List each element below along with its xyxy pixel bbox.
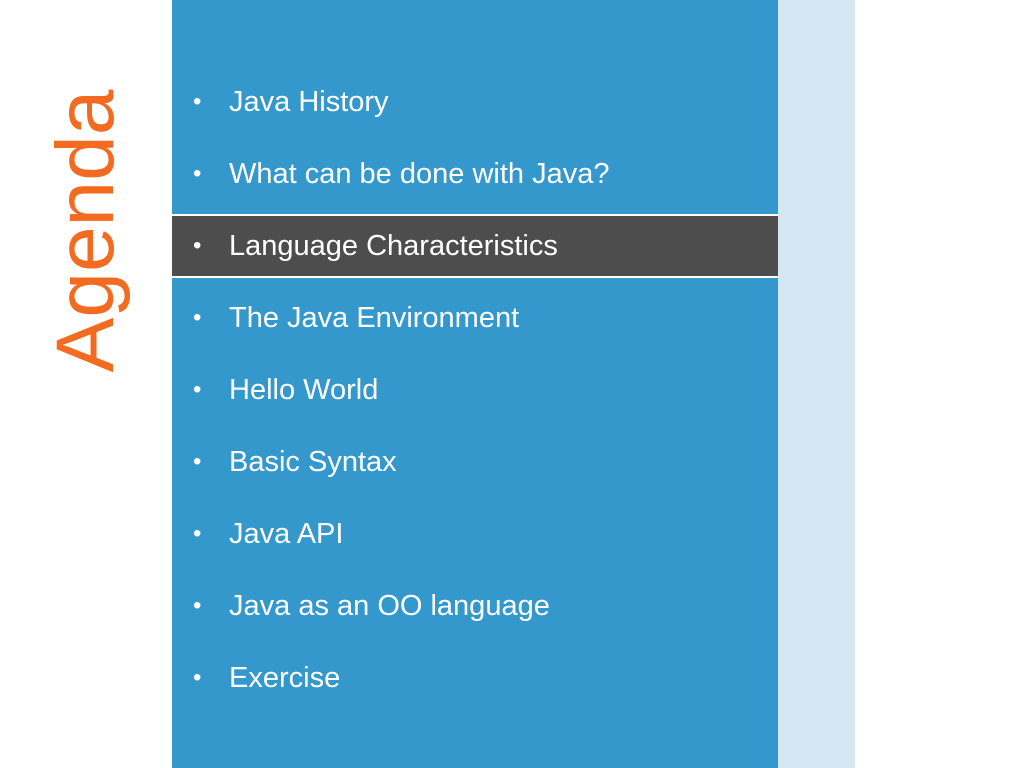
slide-title: Agenda	[40, 89, 131, 373]
agenda-item-java-environment[interactable]: • The Java Environment	[172, 282, 778, 354]
bullet-icon: •	[193, 376, 202, 403]
agenda-item-java-api[interactable]: • Java API	[172, 498, 778, 570]
bullet-icon: •	[193, 88, 202, 115]
bullet-icon: •	[193, 160, 202, 187]
agenda-item-what-can-be-done[interactable]: • What can be done with Java?	[172, 138, 778, 210]
bullet-icon: •	[193, 448, 202, 475]
bullet-icon: •	[193, 232, 202, 259]
agenda-item-label: Exercise	[229, 661, 341, 694]
agenda-item-hello-world[interactable]: • Hello World	[172, 354, 778, 426]
agenda-item-java-oo-language[interactable]: • Java as an OO language	[172, 570, 778, 642]
agenda-item-label: Hello World	[229, 373, 379, 406]
bullet-icon: •	[193, 304, 202, 331]
slide-title-area: Agenda	[0, 0, 172, 768]
agenda-item-label: Language Characteristics	[229, 229, 558, 262]
slide: Agenda • Java History • What can be done…	[0, 0, 1024, 768]
agenda-panel: • Java History • What can be done with J…	[172, 0, 778, 768]
bullet-icon: •	[193, 664, 202, 691]
agenda-item-exercise[interactable]: • Exercise	[172, 642, 778, 714]
decorative-strip	[778, 0, 855, 768]
agenda-item-java-history[interactable]: • Java History	[172, 66, 778, 138]
agenda-item-label: Java as an OO language	[229, 589, 550, 622]
agenda-item-label: The Java Environment	[229, 301, 520, 334]
agenda-item-label: Java History	[229, 85, 389, 118]
agenda-list: • Java History • What can be done with J…	[172, 66, 778, 714]
agenda-item-basic-syntax[interactable]: • Basic Syntax	[172, 426, 778, 498]
agenda-item-label: What can be done with Java?	[229, 157, 610, 190]
agenda-item-label: Basic Syntax	[229, 445, 397, 478]
bullet-icon: •	[193, 592, 202, 619]
agenda-item-language-characteristics[interactable]: • Language Characteristics	[172, 214, 778, 278]
agenda-item-label: Java API	[229, 517, 344, 550]
bullet-icon: •	[193, 520, 202, 547]
